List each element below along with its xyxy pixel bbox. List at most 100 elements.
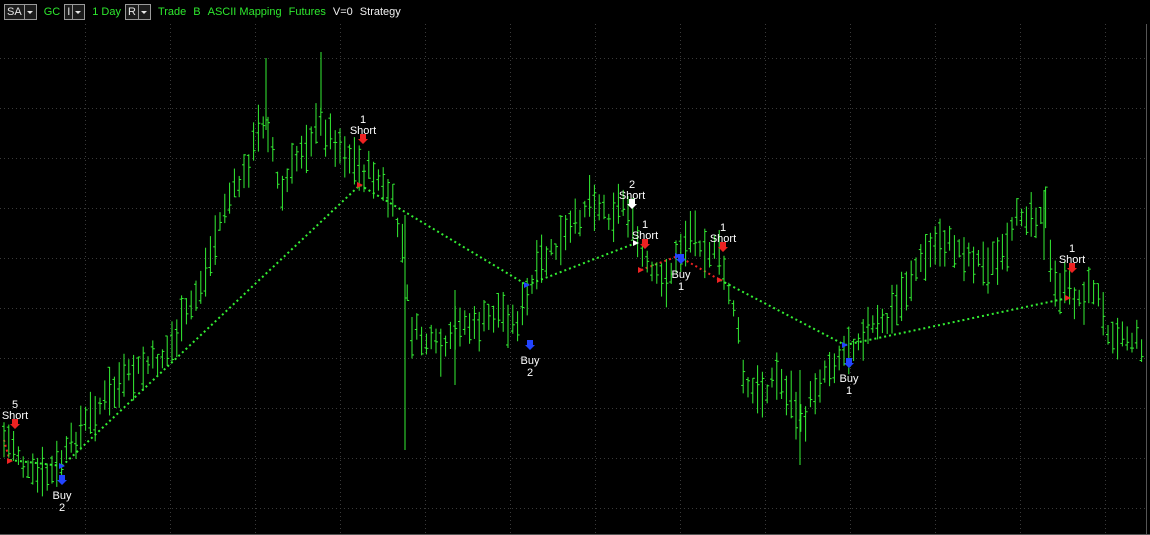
interval-label[interactable]: 1 Day [92, 6, 121, 18]
price-bar [342, 136, 347, 178]
trade-side: Buy [53, 490, 72, 502]
interval-type-dropdown[interactable]: I [64, 4, 86, 20]
price-bar [78, 405, 83, 451]
price-bar [750, 377, 755, 404]
price-bar [549, 238, 554, 256]
price-bar [822, 360, 827, 383]
price-bar [227, 182, 232, 214]
price-bar [966, 242, 971, 267]
symbol-label[interactable]: GC [44, 6, 61, 18]
price-bar [779, 368, 784, 400]
price-bar [957, 239, 962, 258]
price-bar [477, 311, 482, 352]
price-bar [650, 261, 654, 282]
trade-connector [9, 459, 63, 467]
trade-side: Short [2, 410, 28, 422]
sa-dropdown[interactable]: SA [4, 4, 37, 20]
price-bar [386, 178, 390, 218]
price-bar [582, 200, 587, 218]
price-bar [333, 130, 338, 167]
price-bar [1110, 321, 1115, 354]
trade-qty: 1 [678, 281, 684, 293]
entry-tick-icon [717, 277, 723, 283]
price-bar [702, 228, 707, 279]
chart-toolbar: SA GC I 1 Day R Trade B ASCII Mapping Fu… [0, 0, 1150, 24]
price-bar [1101, 292, 1106, 336]
price-bar [885, 313, 890, 334]
price-bar [458, 307, 462, 347]
range-label: R [128, 6, 136, 18]
price-bar [899, 271, 904, 322]
trade-marker[interactable]: 1Short [710, 222, 736, 252]
price-bar [299, 135, 304, 169]
trade-markers: 5Short2Buy1Short2Buy2Short1Short1Buy1Sho… [2, 114, 1085, 514]
price-bar [30, 453, 35, 485]
price-bar [222, 193, 227, 224]
range-dropdown[interactable]: R [125, 4, 151, 20]
price-bar [242, 154, 246, 189]
trade-connector [61, 184, 361, 467]
trade-side: Buy [840, 373, 859, 385]
trade-marker[interactable]: 2Buy [53, 475, 72, 514]
price-bar [832, 353, 837, 384]
price-bar [1038, 206, 1043, 225]
price-bar [194, 280, 198, 311]
price-bar [818, 369, 822, 403]
price-bar [467, 313, 472, 344]
b-label: B [193, 6, 201, 18]
trade-marker[interactable]: 1Short [350, 114, 376, 144]
price-bar [54, 440, 59, 487]
price-bar [1034, 207, 1038, 239]
trade-label: Trade [157, 6, 187, 18]
chevron-down-icon[interactable] [23, 5, 34, 19]
price-bar [122, 353, 126, 397]
price-bar [722, 255, 726, 290]
price-bar [563, 214, 568, 251]
price-bar [285, 168, 290, 193]
strategy-label: Strategy [359, 6, 401, 18]
trade-marker[interactable]: 2Buy [521, 340, 540, 379]
trade-side: Short [710, 233, 736, 245]
price-bar [678, 233, 683, 273]
price-bar [578, 209, 582, 237]
trade-connector [844, 297, 1069, 346]
interval-type-label: I [67, 6, 71, 18]
price-bar [794, 391, 798, 440]
price-bar [261, 116, 266, 139]
price-bar [995, 237, 1000, 285]
price-bar [923, 234, 928, 281]
trade-connector [359, 184, 528, 286]
price-bar [544, 246, 549, 276]
buy-arrow-icon [57, 475, 67, 485]
price-bar [1115, 317, 1120, 360]
price-bar [520, 282, 525, 326]
price-bar [990, 241, 995, 275]
trade-marker[interactable]: 1Short [1059, 243, 1085, 273]
trade-marker[interactable]: 5Short [2, 399, 28, 429]
price-bar [1000, 233, 1005, 270]
price-bar [434, 328, 438, 354]
chevron-down-icon[interactable] [72, 5, 82, 19]
trade-qty: 2 [59, 502, 65, 514]
trade-marker[interactable]: 1Buy [840, 358, 859, 397]
price-bar [1106, 325, 1110, 345]
price-bar [746, 377, 750, 398]
price-bar [275, 171, 280, 189]
price-bar [803, 406, 808, 442]
price-bar [419, 326, 424, 356]
price-bar [131, 354, 136, 401]
price-bar [50, 455, 54, 484]
price-chart[interactable]: 5Short2Buy1Short2Buy2Short1Short1Buy1Sho… [0, 24, 1150, 535]
price-bar [501, 292, 506, 332]
trade-marker[interactable]: 1Buy [672, 254, 691, 293]
price-bar [914, 257, 918, 281]
price-bar [198, 270, 203, 304]
price-bar [875, 304, 880, 340]
price-bar [1077, 289, 1082, 307]
price-bar [573, 198, 578, 234]
price-bar [827, 351, 832, 387]
price-bar [986, 247, 990, 294]
chevron-down-icon[interactable] [137, 5, 148, 19]
price-bar [45, 463, 50, 491]
price-bar [534, 240, 539, 290]
